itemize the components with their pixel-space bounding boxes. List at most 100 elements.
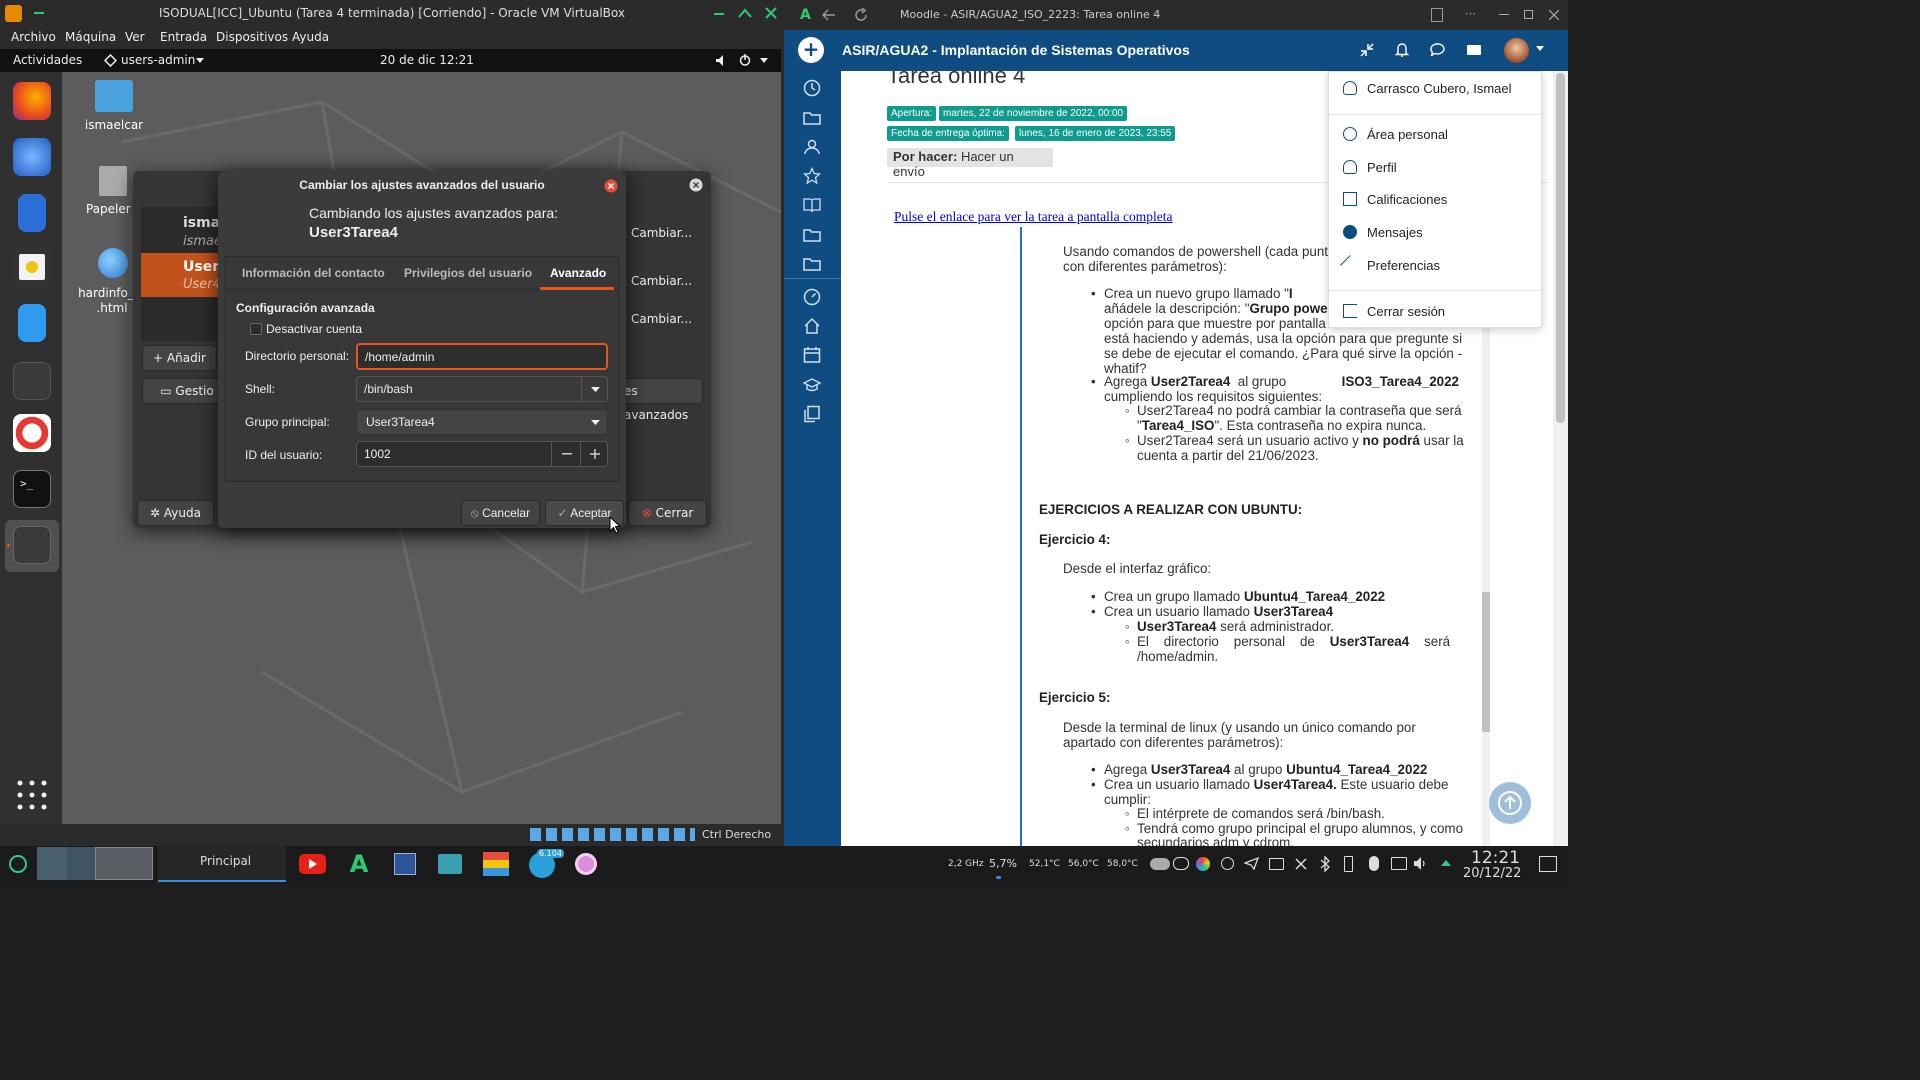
folder-icon[interactable] xyxy=(803,109,821,127)
change-button-2[interactable]: Cambiar... xyxy=(631,274,692,288)
writer-icon[interactable] xyxy=(18,304,46,342)
envelope-icon[interactable] xyxy=(1467,45,1481,55)
bell-icon[interactable] xyxy=(1395,42,1409,57)
browser-taskbar-icon[interactable]: A xyxy=(346,851,372,877)
maximize-icon[interactable] xyxy=(738,7,752,19)
window-close-icon[interactable] xyxy=(1549,10,1559,20)
chevron-down-icon[interactable] xyxy=(196,58,204,63)
menu-item-logout[interactable]: Cerrar sesión xyxy=(1343,304,1445,319)
terminal-icon[interactable]: >_ xyxy=(13,470,51,508)
user-menu-name[interactable]: Carrasco Cubero, Ismael xyxy=(1343,81,1512,96)
disable-account-checkbox[interactable] xyxy=(250,323,262,335)
lifebuoy-icon[interactable] xyxy=(13,414,51,452)
tab-user-privileges[interactable]: Privilegios del usuario xyxy=(404,266,532,280)
gnome-clock[interactable]: 20 de dic 12:21 xyxy=(380,53,474,67)
back-arrow-icon[interactable] xyxy=(822,9,836,21)
thunderbird-icon[interactable] xyxy=(13,138,51,176)
add-user-button[interactable]: + Añadir xyxy=(142,345,217,371)
color-picker-icon[interactable] xyxy=(1196,857,1210,871)
activities-button[interactable]: Actividades xyxy=(13,53,82,67)
virtual-desktop-3[interactable] xyxy=(95,847,153,880)
window-maximize-icon[interactable] xyxy=(1524,10,1533,19)
reader-mode-icon[interactable] xyxy=(1431,8,1443,22)
close-icon[interactable] xyxy=(765,7,777,19)
folder-icon[interactable] xyxy=(803,255,821,273)
window-minimize-icon[interactable] xyxy=(1499,14,1509,15)
virtual-desktop-1[interactable] xyxy=(37,847,67,880)
volume-icon[interactable] xyxy=(716,55,728,66)
back-dialog-close-icon[interactable] xyxy=(689,178,703,192)
uid-spin-input[interactable]: 1002 xyxy=(356,441,608,467)
system-menu-chevron-icon[interactable] xyxy=(760,58,768,63)
fullscreen-task-link[interactable]: Pulse el enlace para ver la tarea a pant… xyxy=(894,209,1172,225)
show-desktop-icon[interactable] xyxy=(1539,856,1557,872)
graduation-cap-icon[interactable] xyxy=(803,376,821,394)
dialog-close-icon[interactable] xyxy=(604,179,618,193)
tray-expand-icon[interactable] xyxy=(1441,860,1451,866)
display-icon[interactable] xyxy=(1391,857,1407,870)
html-file-icon[interactable] xyxy=(98,248,128,278)
tab-advanced[interactable]: Avanzado xyxy=(550,266,606,280)
folder-icon[interactable] xyxy=(803,226,821,244)
cloud-icon[interactable] xyxy=(1150,858,1170,870)
trash-icon[interactable] xyxy=(99,166,127,196)
home-dir-input[interactable]: /home/admin xyxy=(356,343,608,370)
cancel-button[interactable]: ⦸ Cancelar xyxy=(461,500,540,526)
microphone-icon[interactable] xyxy=(1369,856,1379,871)
menu-archivo[interactable]: Archivo xyxy=(11,30,56,44)
app-menu[interactable]: users-admin xyxy=(121,53,195,67)
minimize-icon[interactable] xyxy=(714,13,724,15)
menu-item-messages[interactable]: Mensajes xyxy=(1343,225,1423,240)
help-icon[interactable] xyxy=(13,362,51,400)
copy-icon[interactable] xyxy=(803,405,821,423)
course-title[interactable]: ASIR/AGUA2 - Implantación de Sistemas Op… xyxy=(842,42,1190,58)
more-options-icon[interactable]: ⋯ xyxy=(1465,7,1476,20)
chat-bubble-icon[interactable] xyxy=(1430,43,1445,56)
compress-icon[interactable] xyxy=(1360,43,1374,57)
home-folder-icon[interactable] xyxy=(95,80,133,112)
menu-item-profile[interactable]: Perfil xyxy=(1343,160,1397,175)
device-status-icons[interactable] xyxy=(530,828,695,841)
menu-item-preferences[interactable]: Preferencias xyxy=(1340,255,1440,275)
participants-icon[interactable] xyxy=(803,138,821,156)
close-button[interactable]: ⊗ Cerrar xyxy=(628,500,707,526)
file-manager-icon[interactable] xyxy=(438,854,462,874)
home-icon[interactable] xyxy=(803,317,821,335)
plus-icon[interactable] xyxy=(590,449,600,459)
tools-icon[interactable] xyxy=(1294,857,1308,871)
terminal-tray-icon[interactable] xyxy=(1269,858,1284,870)
tab-contact-info[interactable]: Información del contacto xyxy=(242,266,385,280)
avatar-chevron-down-icon[interactable] xyxy=(1536,46,1544,51)
page-scrollbar[interactable] xyxy=(1553,71,1568,846)
shell-combo[interactable]: /bin/bash xyxy=(356,376,608,402)
bluetooth-icon[interactable] xyxy=(1320,856,1330,872)
reload-icon[interactable] xyxy=(854,8,868,22)
speaker-icon[interactable] xyxy=(1414,857,1428,870)
youtube-icon[interactable] xyxy=(299,854,326,874)
show-apps-icon[interactable] xyxy=(17,780,47,810)
user-avatar[interactable] xyxy=(1504,38,1529,63)
menu-item-grades[interactable]: Calificaciones xyxy=(1343,192,1447,207)
clock-icon[interactable] xyxy=(803,79,821,97)
change-button-3[interactable]: Cambiar... xyxy=(631,312,692,326)
help-button[interactable]: ✲ Ayuda xyxy=(137,500,214,526)
virtual-desktop-2[interactable] xyxy=(67,847,95,880)
battery-icon[interactable] xyxy=(1344,856,1353,872)
calendar-icon[interactable] xyxy=(803,346,821,364)
rhythmbox-icon[interactable] xyxy=(13,248,51,286)
word-icon[interactable] xyxy=(394,853,416,875)
app-launcher-icon[interactable] xyxy=(9,855,27,873)
plus-circle-icon[interactable]: + xyxy=(798,37,824,63)
send-icon[interactable] xyxy=(1244,857,1259,870)
menu-dispositivos[interactable]: Dispositivos xyxy=(216,30,288,44)
menu-entrada[interactable]: Entrada xyxy=(160,30,207,44)
taskbar-date[interactable]: 20/12/22 xyxy=(1463,866,1521,881)
cloud-sync-icon[interactable] xyxy=(1173,857,1189,870)
taskbar-principal[interactable]: Principal xyxy=(158,846,286,882)
taskbar-time[interactable]: 12:21 xyxy=(1471,848,1520,868)
minus-icon[interactable] xyxy=(562,453,572,455)
users-settings-icon[interactable] xyxy=(13,526,51,564)
primary-group-select[interactable]: User3Tarea4 xyxy=(356,409,608,435)
dropdown-arrow-icon[interactable] xyxy=(591,387,600,392)
app-icon-pink[interactable] xyxy=(575,853,597,875)
